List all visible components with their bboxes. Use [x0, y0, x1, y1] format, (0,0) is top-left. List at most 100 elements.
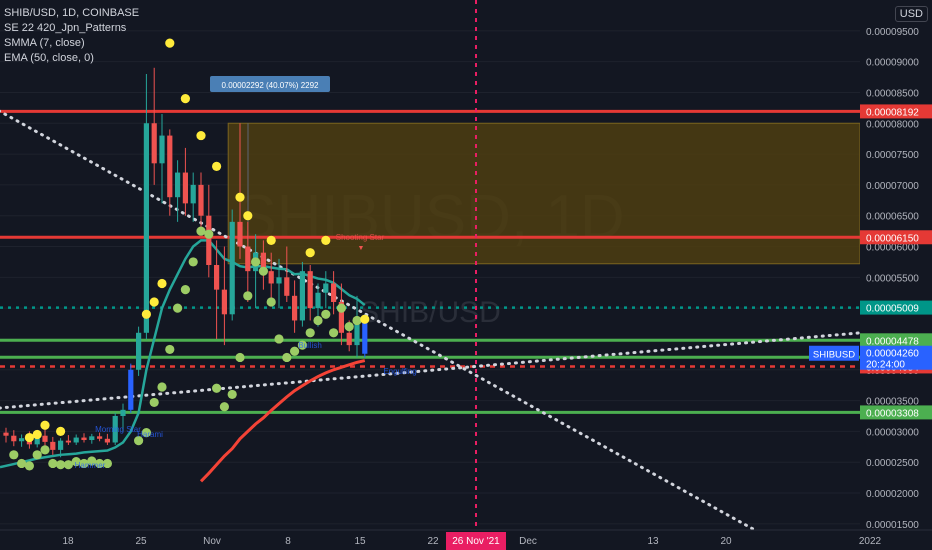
candle-body[interactable]	[89, 436, 95, 441]
signal-dot-green[interactable]	[9, 450, 19, 460]
candle-body[interactable]	[151, 123, 157, 164]
signal-dot-green[interactable]	[251, 257, 261, 267]
signal-dot-green[interactable]	[329, 328, 339, 338]
signal-dot-green[interactable]	[180, 285, 190, 295]
signal-dot-yellow[interactable]	[180, 94, 190, 104]
signal-dot-yellow[interactable]	[149, 297, 159, 307]
candle-body[interactable]	[159, 135, 165, 164]
signal-dot-green[interactable]	[149, 397, 159, 408]
candle-body[interactable]	[120, 409, 126, 416]
signal-dot-green[interactable]	[48, 458, 58, 469]
candle-body[interactable]	[175, 172, 181, 198]
chart-canvas[interactable]: SHIBUSD, 1DSHIB/USD0.00002292 (40.07%) 2…	[0, 0, 932, 550]
candle-body[interactable]	[3, 432, 9, 436]
signal-dot-green[interactable]	[243, 291, 253, 301]
signal-dot-green[interactable]	[188, 257, 198, 267]
candle-body[interactable]	[284, 277, 290, 296]
candle-body[interactable]	[198, 184, 204, 216]
signal-dot-green[interactable]	[344, 322, 354, 332]
signal-dot-yellow[interactable]	[305, 248, 315, 258]
signal-dot-green[interactable]	[17, 458, 27, 469]
candle-body[interactable]	[307, 271, 313, 309]
signal-dot-green[interactable]	[274, 334, 284, 344]
signal-dot-green[interactable]	[32, 450, 42, 460]
signal-dot-green[interactable]	[219, 402, 229, 412]
signal-dot-green[interactable]	[258, 266, 268, 276]
candle-body[interactable]	[346, 332, 352, 346]
candle-body[interactable]	[167, 135, 173, 198]
signal-dot-yellow[interactable]	[360, 314, 370, 324]
signal-dot-green[interactable]	[24, 461, 34, 471]
candle-body[interactable]	[50, 441, 56, 450]
legend-indicator-se[interactable]: SE 22 420_Jpn_Patterns	[4, 21, 139, 36]
candle-body[interactable]	[190, 184, 196, 204]
candle-body[interactable]	[206, 215, 212, 265]
signal-dot-yellow[interactable]	[32, 429, 42, 440]
signal-dot-green[interactable]	[212, 383, 222, 393]
signal-dot-green[interactable]	[165, 344, 175, 355]
candle-body[interactable]	[299, 271, 305, 321]
candle-body[interactable]	[42, 435, 48, 442]
signal-dot-green[interactable]	[235, 352, 245, 363]
pattern-label: Bullish	[298, 341, 322, 350]
signal-dot-green[interactable]	[40, 445, 50, 455]
candle-body[interactable]	[136, 332, 142, 370]
candle-body[interactable]	[323, 283, 329, 293]
candle-body[interactable]	[276, 277, 282, 284]
candle-body[interactable]	[214, 265, 220, 290]
price-tick-label: 0.00008500	[866, 88, 919, 99]
candle-body[interactable]	[128, 369, 134, 410]
time-tick-label: Dec	[519, 536, 537, 547]
signal-dot-green[interactable]	[336, 303, 346, 313]
time-tick-label: 25	[135, 536, 147, 547]
signal-dot-yellow[interactable]	[243, 211, 253, 221]
price-tick-label: 0.00008000	[866, 119, 919, 130]
signal-dot-yellow[interactable]	[235, 192, 245, 202]
signal-dot-green[interactable]	[204, 229, 214, 239]
price-line-tag-label: 0.00008192	[866, 107, 919, 118]
candle-body[interactable]	[182, 172, 188, 204]
candle-body[interactable]	[221, 289, 227, 315]
signal-dot-yellow[interactable]	[141, 309, 151, 319]
signal-dot-green[interactable]	[173, 303, 183, 313]
candle-body[interactable]	[237, 221, 243, 247]
signal-dot-green[interactable]	[157, 382, 167, 392]
signal-dot-green[interactable]	[282, 352, 292, 363]
candle-body[interactable]	[65, 440, 71, 443]
candle-body[interactable]	[292, 295, 298, 321]
signal-dot-yellow[interactable]	[165, 38, 175, 48]
candle-body[interactable]	[245, 246, 251, 272]
legend-indicator-ema[interactable]: EMA (50, close, 0)	[4, 51, 139, 66]
candle-body[interactable]	[58, 440, 64, 450]
candle-body[interactable]	[104, 438, 110, 443]
candle-body[interactable]	[143, 123, 149, 333]
signal-dot-yellow[interactable]	[157, 278, 167, 289]
candle-body[interactable]	[11, 435, 17, 442]
currency-button[interactable]: USD	[894, 6, 928, 22]
signal-dot-green[interactable]	[266, 297, 276, 307]
candle-body[interactable]	[362, 320, 368, 354]
candle-body[interactable]	[331, 283, 337, 302]
signal-dot-green[interactable]	[305, 328, 315, 338]
legend-symbol[interactable]: SHIB/USD, 1D, COINBASE	[4, 6, 139, 21]
signal-dot-green[interactable]	[321, 309, 331, 319]
candle-body[interactable]	[315, 292, 321, 309]
candle-body[interactable]	[229, 221, 235, 315]
legend-indicator-smma[interactable]: SMMA (7, close)	[4, 36, 139, 51]
signal-dot-yellow[interactable]	[196, 130, 206, 141]
candle-body[interactable]	[268, 271, 274, 284]
signal-dot-yellow[interactable]	[40, 420, 50, 430]
signal-dot-yellow[interactable]	[56, 426, 66, 436]
candle-body[interactable]	[97, 436, 103, 439]
candle-body[interactable]	[73, 437, 79, 443]
signal-dot-yellow[interactable]	[212, 161, 222, 171]
signal-dot-yellow[interactable]	[321, 235, 331, 245]
signal-dot-green[interactable]	[227, 389, 237, 400]
candle-body[interactable]	[81, 437, 87, 441]
price-tick-label: 0.00009500	[866, 27, 919, 38]
signal-dot-yellow[interactable]	[266, 235, 276, 245]
candle-body[interactable]	[19, 438, 25, 442]
signal-dot-green[interactable]	[313, 315, 323, 326]
signal-dot-green[interactable]	[352, 315, 362, 326]
time-tick-label: 20	[720, 536, 732, 547]
